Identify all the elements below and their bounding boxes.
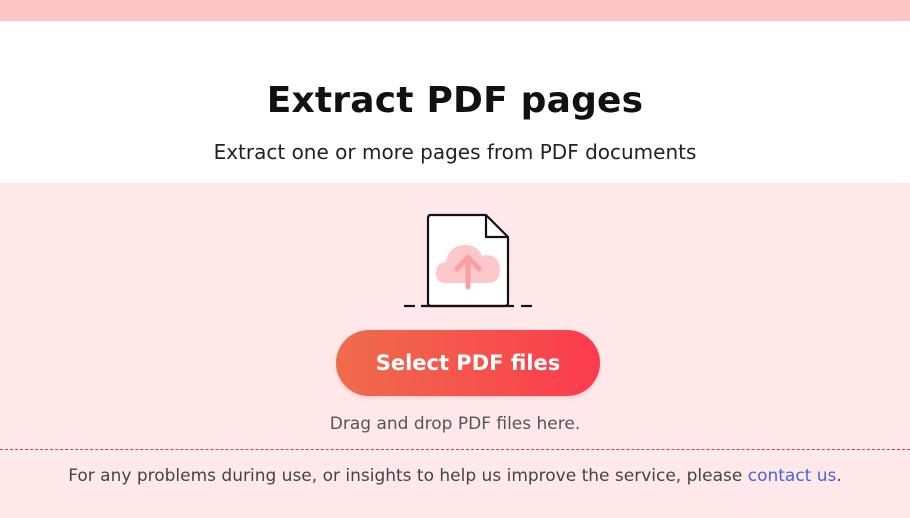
feedback-footer: For any problems during use, or insights… bbox=[0, 449, 910, 518]
file-cloud-upload-icon bbox=[404, 213, 532, 308]
select-pdf-files-button[interactable]: Select PDF files bbox=[336, 330, 600, 396]
feedback-text: For any problems during use, or insights… bbox=[0, 464, 910, 488]
contact-us-link[interactable]: contact us bbox=[748, 466, 837, 486]
feedback-message: For any problems during use, or insights… bbox=[68, 466, 748, 486]
page-header: Extract PDF pages Extract one or more pa… bbox=[0, 21, 910, 183]
upload-drop-zone[interactable]: Select PDF files Drag and drop PDF files… bbox=[0, 183, 910, 449]
feedback-period: . bbox=[836, 466, 842, 486]
page-title: Extract PDF pages bbox=[266, 80, 644, 121]
page-subtitle: Extract one or more pages from PDF docum… bbox=[213, 140, 697, 164]
top-bar bbox=[0, 0, 910, 21]
drop-hint: Drag and drop PDF files here. bbox=[329, 414, 581, 434]
